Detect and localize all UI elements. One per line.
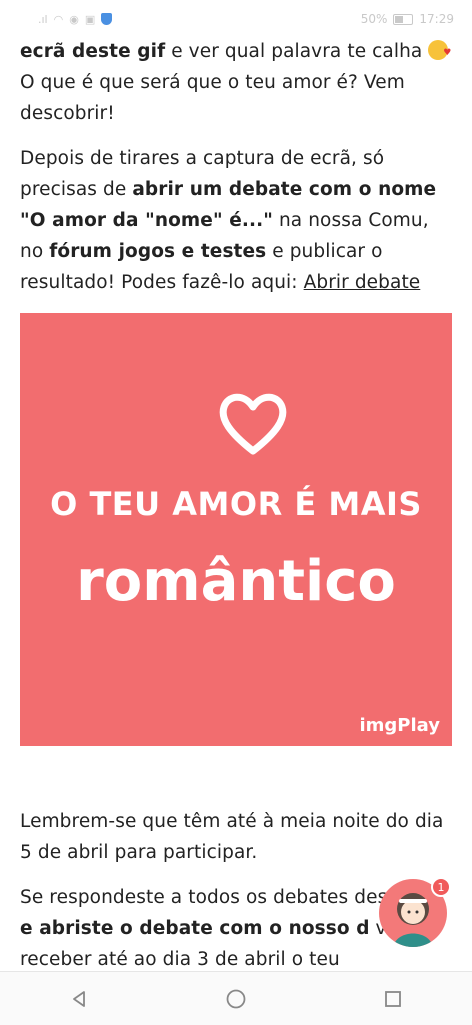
post-body-top: ecrã deste gif e ver qual palavra te cal… [20,36,454,298]
text: e ver qual palavra te calha [165,41,429,62]
system-navigation-bar [0,971,472,1025]
nfc-icon: ▣ [84,12,96,26]
status-icons-right: 50% 17:29 [361,12,454,26]
open-debate-link[interactable]: Abrir debate [304,272,421,293]
home-circle-icon [226,989,246,1008]
battery-percent: 50% [360,12,388,26]
back-triangle-icon [72,990,85,1007]
text: O que é que será que o teu amor é? Vem d… [20,72,405,124]
gif-heading: O TEU AMOR É MAIS [50,485,422,523]
battery-level [395,15,404,23]
eye-icon: ◉ [69,12,79,26]
status-icons-left: .ıl ◠ ◉ ▣ [38,12,113,26]
bold-text: e abriste o debate com o nosso d [20,918,370,939]
back-button[interactable] [59,979,99,1019]
imgplay-watermark: imgPlay [359,715,441,736]
home-button[interactable] [216,979,256,1019]
gif-result-word: romântico [76,549,396,614]
battery-icon [393,13,414,25]
paragraph-intro: ecrã deste gif e ver qual palavra te cal… [20,36,454,129]
clock: 17:29 [419,12,454,26]
shield-icon [101,13,113,25]
status-bar: .ıl ◠ ◉ ▣ 50% 17:29 [0,0,472,38]
text: Se respondeste a todos os debates des [20,887,388,908]
kissing-face-icon: ♥ [428,40,451,60]
quiz-gif-image[interactable]: O TEU AMOR É MAIS romântico imgPlay [20,313,452,746]
signal-icon: .ıl [38,12,48,26]
paragraph-instructions: Depois de tirares a captura de ecrã, só … [20,143,454,298]
bold-text: fórum jogos e testes [49,241,267,262]
floating-chat-avatar[interactable]: 1 [379,877,451,949]
text: Lembrem-se que têm até à meia noite do d… [20,811,444,863]
recents-button[interactable] [373,979,413,1019]
wifi-icon: ◠ [53,12,64,26]
bold-text: ecrã deste gif [20,41,166,62]
heart-icon [219,393,287,455]
paragraph-deadline: Lembrem-se que têm até à meia noite do d… [20,806,454,868]
notification-badge: 1 [431,877,451,897]
recents-square-icon [385,990,402,1007]
